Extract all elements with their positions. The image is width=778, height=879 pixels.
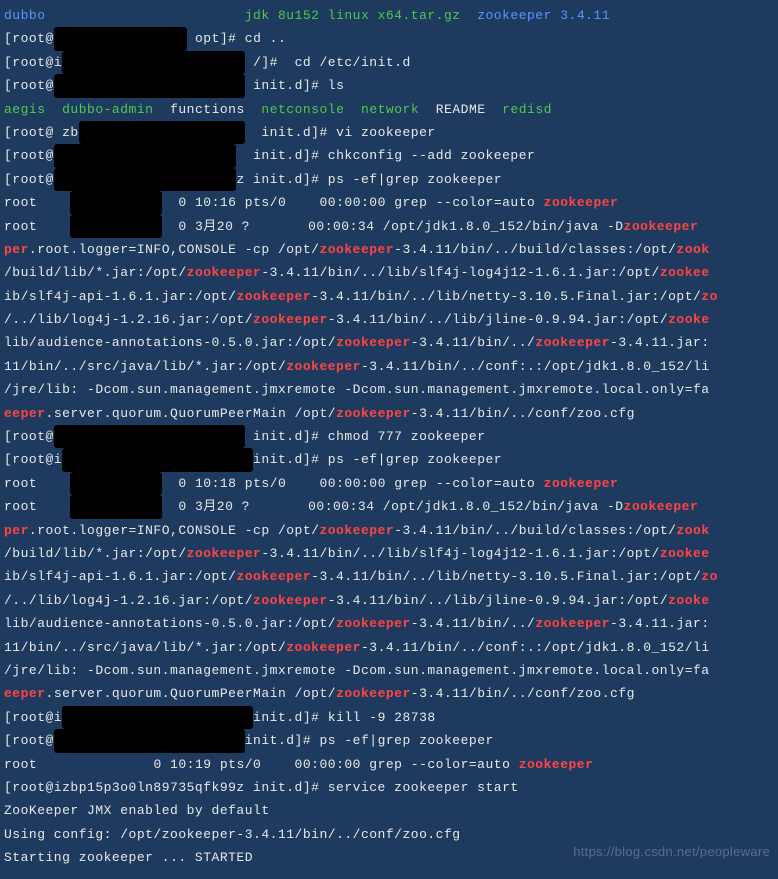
path-line: lib/audience-annotations-0.5.0.jar:/opt/… (4, 331, 774, 354)
terminal-output: dubbo jdk 8u152 linux x64.tar.gz zookeep… (4, 4, 774, 869)
ls-output: aegis dubbo-admin functions netconsole n… (4, 98, 774, 121)
path-line: ib/slf4j-api-1.6.1.jar:/opt/zookeeper-3.… (4, 565, 774, 588)
path-line: lib/audience-annotations-0.5.0.jar:/opt/… (4, 612, 774, 635)
path-line: eeper.server.quorum.QuorumPeerMain /opt/… (4, 682, 774, 705)
path-line: ib/slf4j-api-1.6.1.jar:/opt/zookeeper-3.… (4, 285, 774, 308)
path-line: /build/lib/*.jar:/opt/zookeeper-3.4.11/b… (4, 542, 774, 565)
path-line: /../lib/log4j-1.2.16.jar:/opt/zookeeper-… (4, 308, 774, 331)
prompt-line: [root@izbp15p3o0ln89735qfk99zinit.d]# ps… (4, 729, 774, 752)
path-line: /jre/lib: -Dcom.sun.management.jmxremote… (4, 378, 774, 401)
ps-row: root 28738 1 0 3月20 ? 00:00:34 /opt/jdk1… (4, 215, 774, 238)
path-line: per.root.logger=INFO,CONSOLE -cp /opt/zo… (4, 238, 774, 261)
path-line: 11/bin/../src/java/lib/*.jar:/opt/zookee… (4, 355, 774, 378)
prompt-line: [root@izbp15p3o0ln89735qfk99z init.d]# k… (4, 706, 774, 729)
prompt-line: [root@izbp15p3o0ln89735qfk99z init.d]# l… (4, 74, 774, 97)
prompt-line: [root@izbp15p3o0ln89735qfk99z init.d]# s… (4, 776, 774, 799)
prompt-line: [root@izbp15p3o0ln89735qfk99z /]# cd /et… (4, 51, 774, 74)
prompt-line: [root@izbp15p3o0ln89735qfk99 init.d]# ch… (4, 144, 774, 167)
path-line: /jre/lib: -Dcom.sun.management.jmxremote… (4, 659, 774, 682)
path-line: per.root.logger=INFO,CONSOLE -cp /opt/zo… (4, 519, 774, 542)
ps-row: root 28738 1 0 3月20 ? 00:00:34 /opt/jdk1… (4, 495, 774, 518)
prompt-line: [root@izbp15p3o0ln8973 opt]# cd .. (4, 27, 774, 50)
path-line: 11/bin/../src/java/lib/*.jar:/opt/zookee… (4, 636, 774, 659)
path-line: /build/lib/*.jar:/opt/zookeeper-3.4.11/b… (4, 261, 774, 284)
path-line: eeper.server.quorum.QuorumPeerMain /opt/… (4, 402, 774, 425)
ps-row: root 28738 1 0 10:16 pts/0 00:00:00 grep… (4, 191, 774, 214)
prompt-line: [root@izbp15p3o0ln89735qfk99z init.d]# c… (4, 425, 774, 448)
path-line: /../lib/log4j-1.2.16.jar:/opt/zookeeper-… (4, 589, 774, 612)
watermark-text: https://blog.csdn.net/peopleware (573, 840, 770, 863)
prompt-line: [root@izbp15p3o0ln89735qfk99z init.d]# p… (4, 448, 774, 471)
prompt-line: [root@izbp15p3o0ln89735qfk99z init.d]# p… (4, 168, 774, 191)
output-line: ZooKeeper JMX enabled by default (4, 799, 774, 822)
top-line: dubbo jdk 8u152 linux x64.tar.gz zookeep… (4, 4, 774, 27)
ps-row: root 28738 1 0 10:18 pts/0 00:00:00 grep… (4, 472, 774, 495)
prompt-line: [root@ zbp15p3o0ln89735qfk99z init.d]# v… (4, 121, 774, 144)
ps-row: root 0 10:19 pts/0 00:00:00 grep --color… (4, 753, 774, 776)
